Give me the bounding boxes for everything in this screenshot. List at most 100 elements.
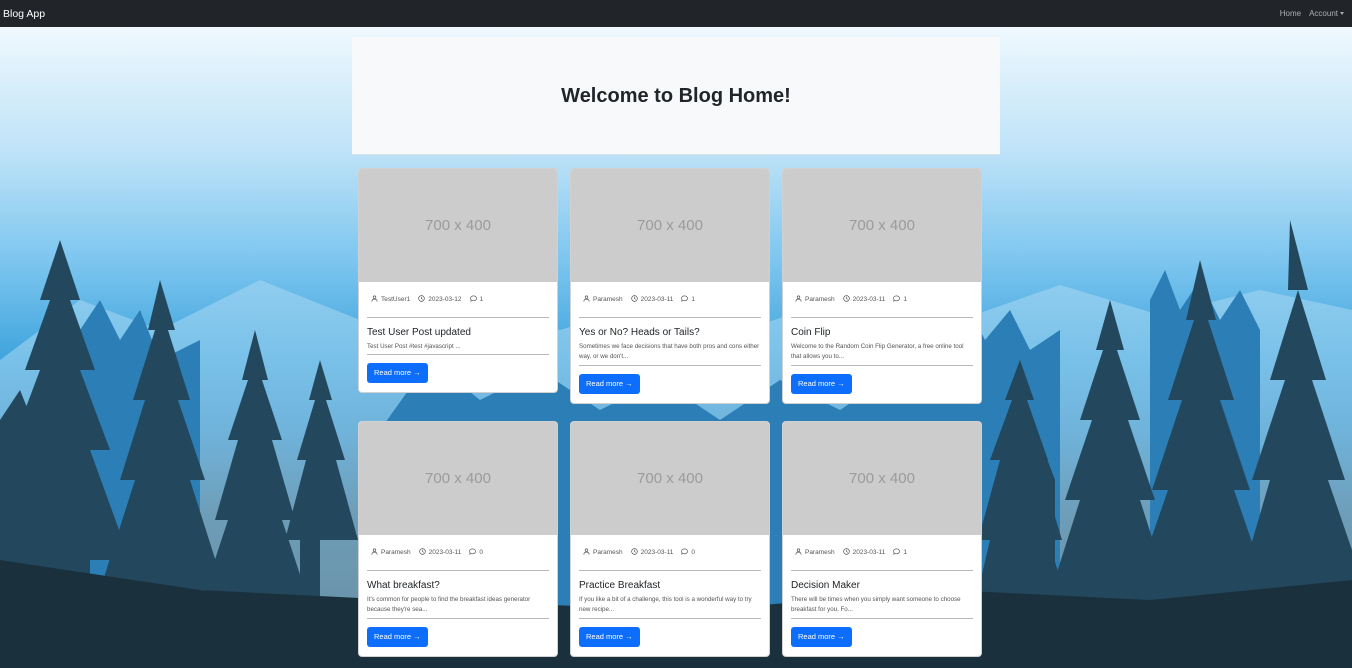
thumbnail-placeholder-text: 700 x 400 <box>637 470 703 487</box>
author-name: Paramesh <box>593 296 623 303</box>
user-icon <box>583 295 593 304</box>
clock-icon <box>418 295 428 304</box>
author-name: Paramesh <box>805 296 835 303</box>
divider <box>367 354 549 355</box>
comments-meta: 1 <box>469 295 484 304</box>
date-meta: 2023-03-11 <box>418 548 461 557</box>
post-meta: TestUser1 2023-03-12 1 <box>367 282 549 317</box>
author-meta: Paramesh <box>795 295 835 304</box>
divider <box>367 317 549 318</box>
post-excerpt: It's common for people to find the break… <box>367 596 531 613</box>
comment-count: 1 <box>903 549 908 556</box>
thumbnail-placeholder-text: 700 x 400 <box>425 217 491 234</box>
post-excerpt: Welcome to the Random Coin Flip Generato… <box>791 343 964 360</box>
post-card: 700 x 400 Paramesh 2023-03-11 0 Practice… <box>570 421 770 657</box>
date-meta: 2023-03-11 <box>842 295 886 304</box>
read-more-button[interactable]: Read more → <box>367 627 428 647</box>
divider <box>579 365 761 366</box>
read-more-button[interactable]: Read more → <box>791 627 852 647</box>
divider <box>367 570 549 571</box>
divider <box>579 570 761 571</box>
author-meta: Paramesh <box>371 548 411 557</box>
post-thumbnail-image[interactable]: 700 x 400 <box>571 422 769 535</box>
post-excerpt: There will be times when you simply want… <box>791 596 961 613</box>
divider <box>791 570 973 571</box>
post-thumbnail-image[interactable]: 700 x 400 <box>783 422 981 535</box>
read-more-button[interactable]: Read more → <box>579 627 640 647</box>
account-label: Account <box>1309 9 1338 18</box>
post-excerpt: Test User Post #test #javascript ... <box>367 343 461 350</box>
comment-icon <box>469 295 480 304</box>
post-title[interactable]: Practice Breakfast <box>579 580 761 592</box>
post-date: 2023-03-11 <box>852 549 886 556</box>
post-card: 700 x 400 Paramesh 2023-03-11 0 What bre… <box>358 421 558 657</box>
clock-icon <box>630 295 641 304</box>
thumbnail-placeholder-text: 700 x 400 <box>849 217 915 234</box>
divider <box>579 317 761 318</box>
nav-home-link[interactable]: Home <box>1280 9 1301 18</box>
post-thumbnail-image[interactable]: 700 x 400 <box>359 422 557 535</box>
comment-count: 1 <box>691 296 696 303</box>
author-meta: Paramesh <box>583 295 623 304</box>
user-icon <box>371 548 381 557</box>
read-more-button[interactable]: Read more → <box>791 374 852 394</box>
brand-link[interactable]: Blog App <box>3 8 45 20</box>
post-thumbnail-image[interactable]: 700 x 400 <box>571 169 769 282</box>
account-dropdown[interactable]: Account <box>1309 9 1344 18</box>
comment-count: 0 <box>479 549 484 556</box>
comment-icon <box>681 295 691 304</box>
post-card: 700 x 400 TestUser1 2023-03-12 1 Test Us… <box>358 168 558 393</box>
divider <box>367 618 549 619</box>
post-date: 2023-03-11 <box>640 549 674 556</box>
author-meta: Paramesh <box>795 548 835 557</box>
post-excerpt: Sometimes we face decisions that have bo… <box>579 343 760 360</box>
post-date: 2023-03-11 <box>852 296 886 303</box>
comment-icon <box>893 295 903 304</box>
user-icon <box>371 295 381 304</box>
date-meta: 2023-03-11 <box>630 548 674 557</box>
user-icon <box>795 548 805 557</box>
user-icon <box>795 295 805 304</box>
clock-icon <box>842 295 853 304</box>
comments-meta: 0 <box>469 548 483 557</box>
post-date: 2023-03-12 <box>428 296 462 303</box>
read-more-button[interactable]: Read more → <box>367 363 428 383</box>
comment-icon <box>893 548 903 557</box>
post-meta: Paramesh 2023-03-11 0 <box>367 535 549 570</box>
post-title[interactable]: Yes or No? Heads or Tails? <box>579 327 761 339</box>
nav-links: Home Account <box>1280 9 1344 18</box>
clock-icon <box>842 548 853 557</box>
date-meta: 2023-03-11 <box>842 548 886 557</box>
comments-meta: 0 <box>681 548 695 557</box>
post-card: 700 x 400 Paramesh 2023-03-11 1 Coin Fli… <box>782 168 982 404</box>
comment-count: 1 <box>479 296 484 303</box>
divider <box>579 618 761 619</box>
author-meta: TestUser1 <box>371 295 410 304</box>
post-title[interactable]: Coin Flip <box>791 327 973 339</box>
comment-icon <box>469 548 479 557</box>
clock-icon <box>418 548 429 557</box>
author-name: TestUser1 <box>381 296 411 303</box>
divider <box>791 317 973 318</box>
caret-down-icon <box>1340 12 1344 15</box>
divider <box>791 618 973 619</box>
clock-icon <box>630 548 641 557</box>
read-more-button[interactable]: Read more → <box>579 374 640 394</box>
post-title[interactable]: Decision Maker <box>791 580 973 592</box>
author-name: Paramesh <box>805 549 835 556</box>
author-meta: Paramesh <box>583 548 623 557</box>
post-title[interactable]: Test User Post updated <box>367 327 549 339</box>
divider <box>791 365 973 366</box>
post-title[interactable]: What breakfast? <box>367 580 549 592</box>
date-meta: 2023-03-12 <box>418 295 462 304</box>
comment-count: 1 <box>903 296 908 303</box>
post-meta: Paramesh 2023-03-11 1 <box>791 282 973 317</box>
thumbnail-placeholder-text: 700 x 400 <box>425 470 491 487</box>
post-card: 700 x 400 Paramesh 2023-03-11 1 Decision… <box>782 421 982 657</box>
post-card: 700 x 400 Paramesh 2023-03-11 1 Yes or N… <box>570 168 770 404</box>
post-date: 2023-03-11 <box>640 296 674 303</box>
post-thumbnail-image[interactable]: 700 x 400 <box>783 169 981 282</box>
post-thumbnail-image[interactable]: 700 x 400 <box>359 169 557 282</box>
page-title: Welcome to Blog Home! <box>561 85 791 107</box>
comments-meta: 1 <box>681 295 695 304</box>
